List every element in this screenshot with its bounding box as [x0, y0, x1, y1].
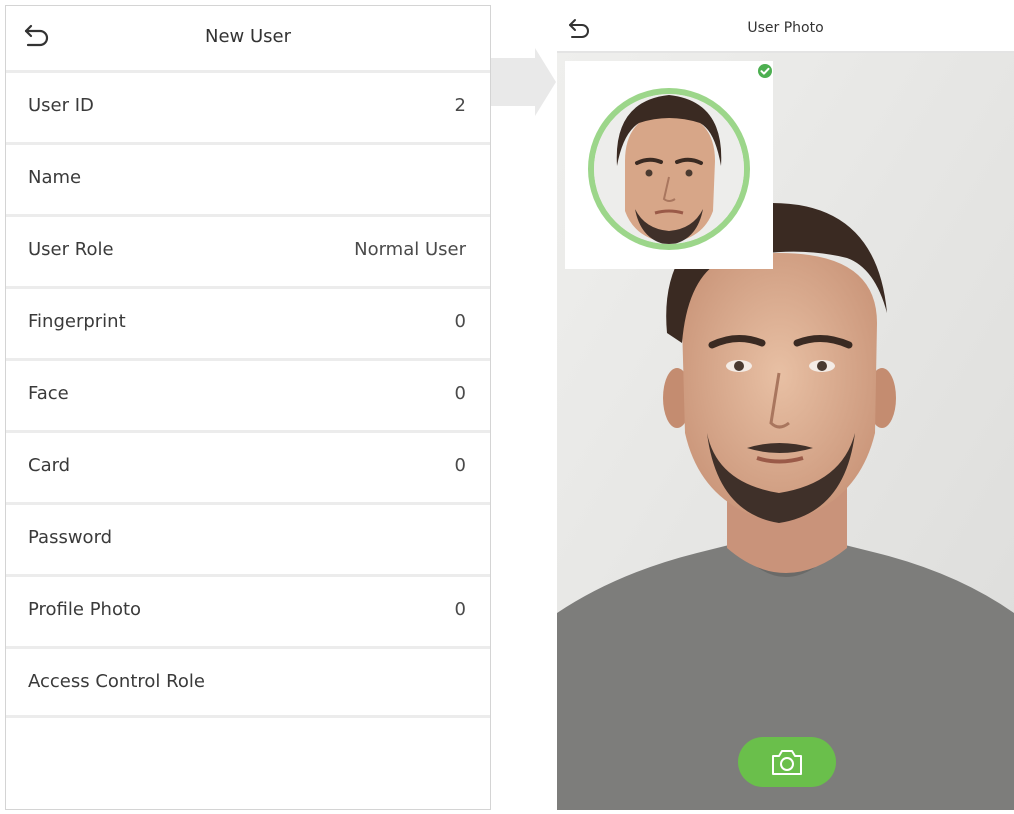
- row-value: 2: [454, 95, 466, 116]
- row-password[interactable]: Password: [6, 502, 490, 574]
- row-user-role[interactable]: User Role Normal User: [6, 214, 490, 286]
- user-field-list: User ID 2 Name User Role Normal User Fin…: [6, 70, 490, 718]
- row-value: 0: [454, 383, 466, 404]
- row-face[interactable]: Face 0: [6, 358, 490, 430]
- row-label: User Role: [28, 239, 114, 260]
- row-value: Normal User: [354, 239, 466, 260]
- row-fingerprint[interactable]: Fingerprint 0: [6, 286, 490, 358]
- row-label: Name: [28, 167, 82, 188]
- user-photo-screen: User Photo: [557, 5, 1014, 810]
- row-user-id[interactable]: User ID 2: [6, 70, 490, 142]
- new-user-screen: New User User ID 2 Name User Role Normal…: [5, 5, 491, 810]
- row-value: 0: [454, 599, 466, 620]
- header-bar: New User: [6, 6, 490, 68]
- capture-button[interactable]: [738, 737, 836, 787]
- row-label: Password: [28, 527, 113, 548]
- row-label: Access Control Role: [28, 671, 205, 692]
- row-label: Profile Photo: [28, 599, 142, 620]
- page-title: User Photo: [747, 20, 824, 36]
- check-icon: [758, 64, 772, 78]
- row-label: Card: [28, 455, 71, 476]
- row-profile-photo[interactable]: Profile Photo 0: [6, 574, 490, 646]
- row-label: Face: [28, 383, 69, 404]
- row-label: User ID: [28, 95, 94, 116]
- row-card[interactable]: Card 0: [6, 430, 490, 502]
- header-bar: User Photo: [557, 5, 1014, 53]
- row-value: 0: [454, 311, 466, 332]
- page-title: New User: [204, 26, 291, 47]
- camera-icon: [772, 750, 802, 775]
- face-thumbnail: [565, 61, 773, 269]
- row-name[interactable]: Name: [6, 142, 490, 214]
- face-thumbnail-image: [588, 88, 750, 250]
- row-value: 0: [454, 455, 466, 476]
- row-access-control-role[interactable]: Access Control Role: [6, 646, 490, 718]
- row-label: Fingerprint: [28, 311, 126, 332]
